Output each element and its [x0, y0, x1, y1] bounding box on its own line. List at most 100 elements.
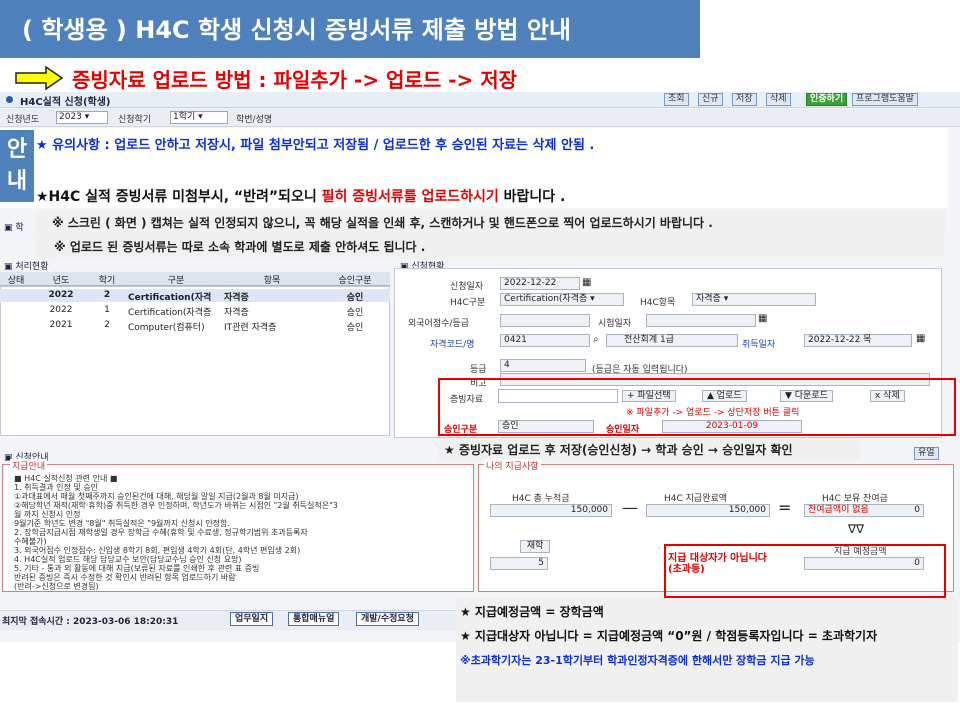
approval-date-label: 승인일자	[606, 425, 640, 435]
download-button[interactable]: ▼ 다운로드	[780, 390, 833, 402]
semester-label: 재학	[520, 540, 550, 553]
col-item: 항목	[263, 276, 281, 286]
apply-date-input[interactable]: 2022-12-22	[500, 277, 580, 290]
search-button[interactable]: 조회	[664, 93, 689, 106]
item-select[interactable]: 자격증 ▾	[692, 293, 816, 306]
grade-input: 4	[500, 359, 586, 372]
page-title: ( 학생용 ) H4C 학생 신청시 증빙서류 제출 방법 안내	[0, 0, 700, 58]
guide-line: 반려된 증빙은 즉시 수정한 것 확인시 반려된 항목 업로드하기 바람	[14, 573, 236, 582]
cert-name-input: 전산회계 1급	[606, 334, 738, 347]
calendar-icon[interactable]: ▦	[916, 333, 925, 344]
cell-term: 1	[104, 305, 110, 315]
col-status: 상태	[7, 276, 25, 286]
item-value: 자격증	[696, 294, 721, 304]
guide-line: 5. 기타 - 통과 외 활동에 대해 지급(보류된 자료를 인쇄한 후 관련 …	[14, 564, 260, 573]
language-score-input[interactable]	[500, 314, 590, 327]
exam-date-label: 시험일자	[598, 319, 632, 329]
calendar-icon[interactable]: ▦	[758, 313, 767, 324]
language-score-label: 외국어점수/등급	[408, 319, 469, 329]
balance-value: 0	[914, 505, 920, 515]
category-value: Certification(자격증	[504, 294, 588, 304]
term-label: 신청학기	[118, 115, 152, 125]
term-select[interactable]: 1학기 ▾	[170, 111, 228, 124]
dev-request-button[interactable]: 개발/수정요청	[356, 612, 419, 626]
approval-status-label: 승인구분	[444, 425, 478, 435]
equals-sign: =	[778, 498, 792, 517]
cell-term: 2	[103, 290, 111, 300]
acq-date-label: 취득일자	[742, 340, 776, 350]
help-button[interactable]: 프로그램도움말	[852, 93, 918, 106]
paid-label: H4C 지급완료액	[664, 494, 728, 504]
cell-approval: 승인	[346, 293, 364, 303]
usage-button[interactable]: 유얼	[914, 447, 939, 460]
guide-line: 9월기준 학년도 변경 "8월" 취득실적은 "9월까지 신청시 인정함.	[14, 519, 230, 528]
accum-label: H4C 총 누적금	[512, 494, 570, 504]
cell-item: 자격증	[224, 293, 249, 303]
new-button[interactable]: 신규	[698, 93, 723, 106]
upload-steps-note: ※ 파일추가 -> 업로드 -> 상단저장 버튼 클릭	[626, 408, 800, 418]
item-label: H4C항목	[640, 298, 676, 308]
guide-line: 수혜불가)	[14, 537, 47, 546]
cell-category: Certification(자격증	[128, 308, 212, 318]
paid-value: 150,000	[646, 504, 770, 517]
col-year: 년도	[52, 276, 70, 286]
balance-label: H4C 보유 잔여금	[822, 494, 888, 504]
grade-label: 등급	[470, 365, 487, 375]
extra-term-note: ※초과학기자는 23-1학기부터 학과인정자격증에 한해서만 장학금 지급 가능	[460, 654, 815, 667]
notice2-pre: ★H4C 실적 증빙서류 미첨부시, “반려”되오니	[36, 189, 322, 205]
table-row[interactable]: 2022 1 Certification(자격증 자격증 승인	[0, 304, 390, 318]
cert-name-value: 전산회계 1급	[624, 335, 674, 345]
accum-value: 150,000	[490, 504, 612, 517]
cell-approval: 승인	[346, 308, 364, 318]
caution-notice: ★ 유의사항 : 업로드 안하고 저장시, 파일 첨부안되고 저장됨 / 업로드…	[36, 138, 595, 153]
certify-button[interactable]: 인증하기	[806, 93, 848, 106]
history-section-text: 학	[15, 223, 24, 233]
guide-line: 4. H4C실적 업로드 해당 담당교수 보안(담당교수님 승인 신청 요망)	[14, 555, 242, 564]
save-button[interactable]: 저장	[732, 93, 757, 106]
approval-date-value: 2023-01-09	[662, 420, 802, 433]
col-category: 구분	[167, 276, 185, 286]
cell-year: 2022	[49, 305, 73, 315]
guide-label-bottom: 내	[6, 169, 28, 194]
cell-year: 2022	[48, 290, 74, 300]
guide-line: ①과대표에서 매월 첫째주까지 승인된건에 대해, 해당월 말일 지급(2월과 …	[14, 492, 299, 501]
cell-term: 2	[104, 320, 110, 330]
guide-line: 3. 외국어점수 인정점수: 신입생 8학기 8회, 편입생 4학기 4회(단,…	[14, 546, 301, 555]
manual-button[interactable]: 통합매뉴얼	[288, 612, 340, 626]
year-value: 2023	[59, 112, 82, 122]
upload-button[interactable]: ▲ 업로드	[702, 390, 747, 402]
guide-line: ②해당학년 재적(재학·휴학)중 취득한 경우 인정하며, 학년도가 바뀌는 시…	[14, 501, 338, 510]
minus-sign: —	[622, 498, 638, 517]
semester-value: 5	[490, 557, 548, 570]
last-login: 최지막 접속시간 : 2023-03-06 18:20:31	[2, 617, 179, 627]
exam-date-input[interactable]	[646, 314, 756, 327]
cert-code-label: 자격코드/명	[430, 340, 475, 350]
approval-status-value: 승인	[498, 420, 594, 433]
table-row[interactable]: 2021 2 Computer(컴퓨터) IT관련 자격증 승인	[0, 319, 390, 333]
file-delete-button[interactable]: x 삭제	[870, 390, 905, 402]
balance-note: 잔여금액이 없음	[808, 505, 869, 515]
table-row[interactable]: 2022 2 Certification(자격 자격증 승인	[0, 289, 390, 303]
category-label: H4C구분	[450, 298, 486, 308]
balance-box: 잔여금액이 없음 0	[804, 504, 924, 517]
cell-category: Computer(컴퓨터)	[128, 323, 205, 333]
year-select[interactable]: 2023 ▾	[56, 111, 108, 124]
guide-line: 1. 취득결과 인정 및 승인	[14, 483, 99, 492]
acq-date-input[interactable]: 2022-12-22 목	[804, 334, 912, 347]
app-title: H4C실적 신청(학생)	[20, 97, 111, 108]
file-select-button[interactable]: + 파일선택	[622, 390, 676, 402]
category-select[interactable]: Certification(자격증 ▾	[500, 293, 624, 306]
cert-code-input[interactable]: 0421	[500, 334, 590, 347]
delete-button[interactable]: 삭제	[766, 93, 791, 106]
cell-category: Certification(자격	[128, 293, 212, 303]
year-label: 신청년도	[6, 115, 40, 125]
guide-label: 안 내	[0, 130, 34, 202]
proof-file-field[interactable]	[498, 389, 618, 403]
work-log-button[interactable]: 업무일지	[230, 612, 274, 626]
not-eligible-text: 지급 대상자가 아닙니다 (초과등)	[668, 553, 767, 575]
cell-item: IT관련 자격증	[224, 323, 277, 333]
down-arrows-icon: ∇∇	[848, 522, 865, 536]
search-icon[interactable]: ⌕	[593, 334, 599, 345]
calendar-icon[interactable]: ▦	[582, 277, 591, 288]
history-section-label: ▣ 학	[4, 223, 24, 233]
